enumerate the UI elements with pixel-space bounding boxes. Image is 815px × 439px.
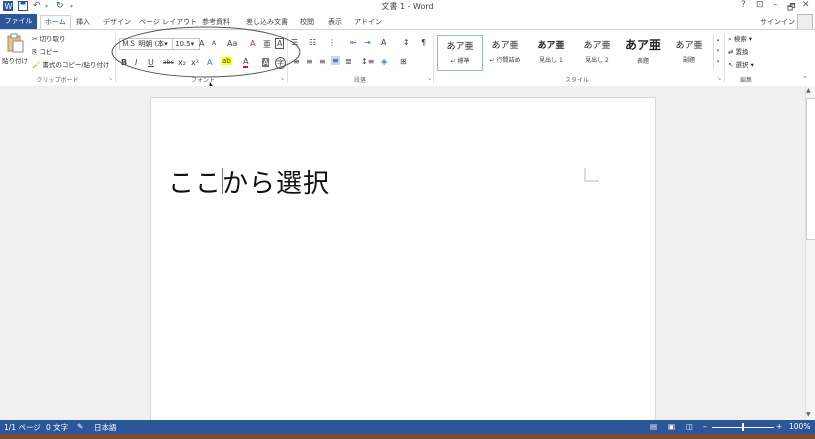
read-mode-icon[interactable]: ▤ [650,422,657,431]
page-count[interactable]: 1/1 ページ [4,422,41,433]
scroll-up-icon[interactable]: ▲ [806,87,811,94]
scroll-thumb[interactable] [806,98,815,240]
zoom-in-button[interactable]: + [776,422,782,431]
language-indicator[interactable]: 日本語 [94,422,117,433]
status-bar: 1/1 ページ 0 文字 ✎ 日本語 ▤ ▣ ◫ – + 100% [0,420,815,434]
web-layout-icon[interactable]: ◫ [686,422,693,431]
zoom-slider-thumb[interactable] [742,423,744,431]
document-page[interactable] [150,97,656,421]
proofing-icon[interactable]: ✎ [77,422,83,431]
word-count[interactable]: 0 文字 [46,422,68,433]
print-layout-icon[interactable]: ▣ [668,422,675,431]
text-cursor [222,168,223,194]
annotation-ellipse [111,26,301,78]
margin-corner-mark [584,168,599,182]
zoom-level[interactable]: 100% [789,422,810,431]
taskbar-strip [0,434,815,439]
scroll-down-icon[interactable]: ▼ [806,411,811,418]
annotation-text: ここから選択 [168,169,331,199]
zoom-out-button[interactable]: – [703,422,707,431]
